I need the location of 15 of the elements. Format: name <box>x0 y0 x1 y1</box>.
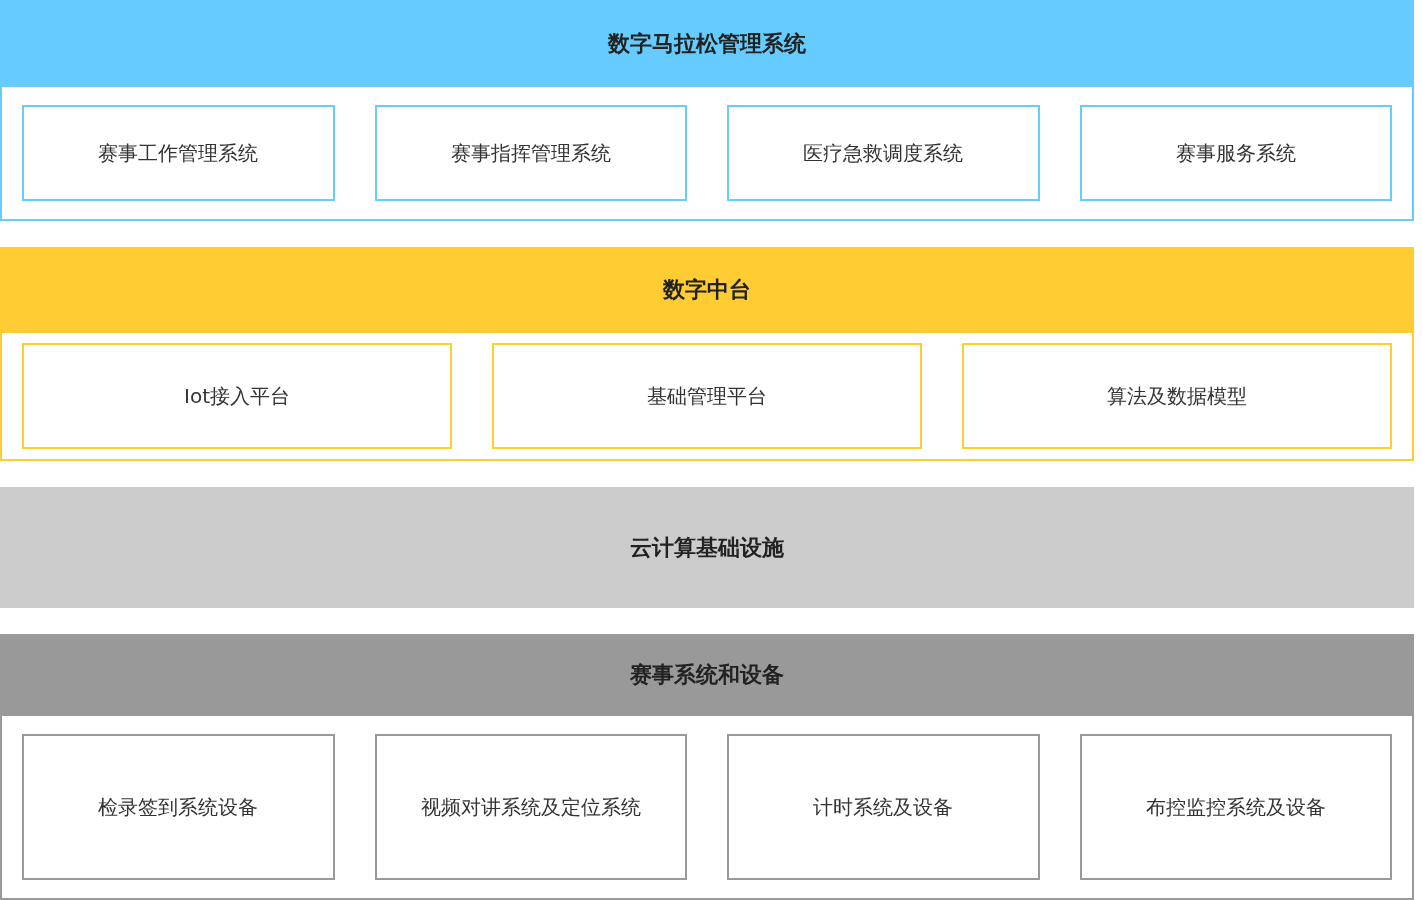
module-box: 赛事工作管理系统 <box>22 105 335 201</box>
layer-header: 赛事系统和设备 <box>0 634 1414 716</box>
module-box: 赛事服务系统 <box>1079 105 1392 201</box>
layer-header: 数字马拉松管理系统 <box>0 0 1414 87</box>
module-box: Iot接入平台 <box>22 343 452 449</box>
module-box: 赛事指挥管理系统 <box>374 105 687 201</box>
module-box: 基础管理平台 <box>492 343 922 449</box>
layer-header: 数字中台 <box>0 247 1414 333</box>
module-box: 计时系统及设备 <box>727 734 1040 880</box>
module-box: 视频对讲系统及定位系统 <box>374 734 687 880</box>
module-box: 检录签到系统设备 <box>22 734 335 880</box>
module-box: 医疗急救调度系统 <box>727 105 1040 201</box>
module-box: 算法及数据模型 <box>962 343 1392 449</box>
layer-header: 云计算基础设施 <box>0 487 1414 608</box>
module-box: 布控监控系统及设备 <box>1079 734 1392 880</box>
